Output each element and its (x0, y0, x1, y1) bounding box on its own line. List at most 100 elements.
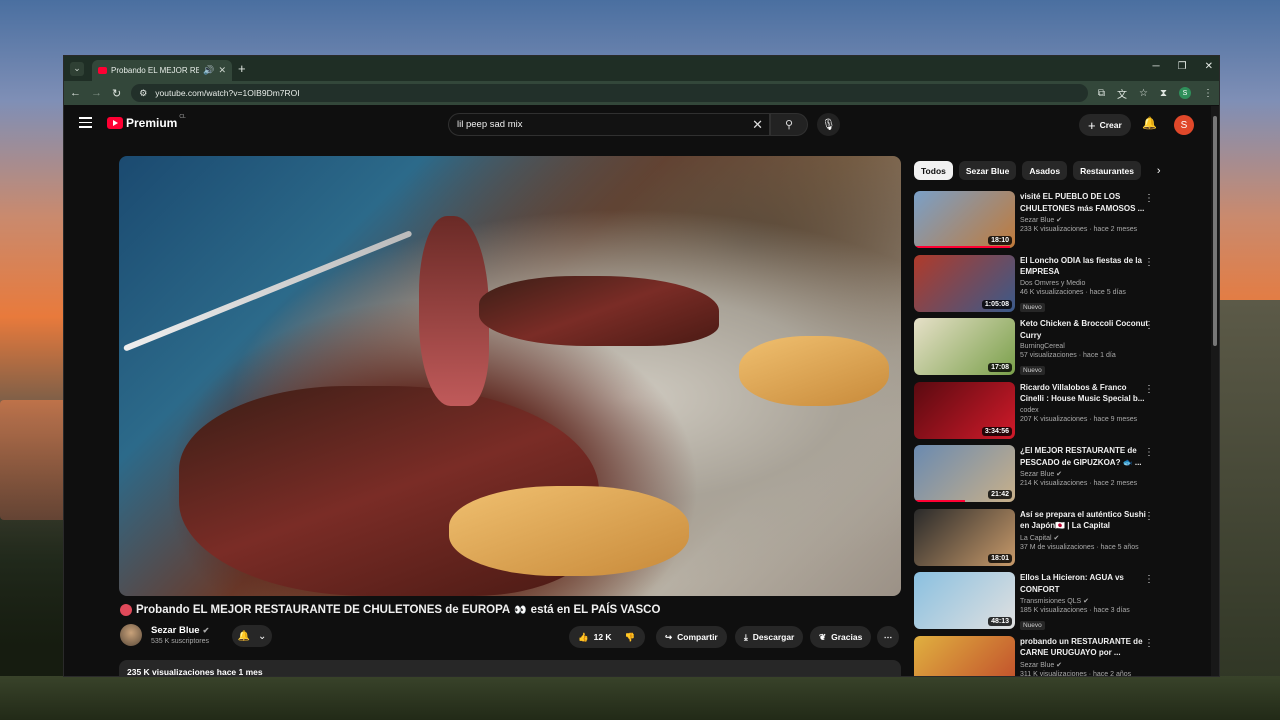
channel-name[interactable]: Sezar Blue ✔ (151, 625, 209, 636)
recommendation-title[interactable]: Ricardo Villalobos & Franco Cinelli : Ho… (1020, 382, 1148, 405)
more-options-icon[interactable]: ⋮ (1144, 574, 1154, 585)
new-badge: Nuevo (1020, 366, 1045, 375)
watch-progress-bar (914, 246, 1010, 248)
subscriber-count: 535 K suscriptores (151, 638, 209, 645)
more-options-icon[interactable]: ⋮ (1144, 257, 1154, 268)
thumbs-up-icon[interactable]: 👍 (578, 632, 589, 643)
create-button[interactable]: + Crear (1079, 114, 1131, 136)
recommendation-channel[interactable]: Sezar Blue ✔ (1020, 661, 1148, 669)
recommendation-thumbnail[interactable] (914, 635, 1015, 676)
bookmark-star-icon[interactable]: ☆ (1139, 88, 1148, 99)
description-box[interactable]: 235 K visualizaciones hace 1 mes (119, 660, 901, 677)
recommendation-thumbnail[interactable]: 18:01 (914, 508, 1015, 566)
recommendation-item[interactable]: 18:01 Así se prepara el auténtico Sushi e… (914, 508, 1164, 571)
profile-avatar[interactable]: S (1179, 87, 1191, 99)
recommendation-item[interactable]: 18:10 visité EL PUEBLO DE LOS CHULETONES … (914, 191, 1164, 253)
video-duration: 1:05:08 (981, 299, 1012, 309)
chip-sezar-blue[interactable]: Sezar Blue (958, 161, 1017, 180)
reload-icon[interactable]: ↻ (112, 87, 121, 100)
recommendation-item[interactable]: 48:13 Ellos La Hicieron: AGUA vs CONFORT T… (914, 572, 1164, 634)
wallpaper-hill (1220, 300, 1280, 720)
recommendation-channel[interactable]: codex (1020, 407, 1148, 414)
chip-asados[interactable]: Asados (1022, 161, 1068, 180)
search-input[interactable]: lil peep sad mix ✕ (448, 113, 770, 136)
nav-right-tools: ⧉ 文 ☆ ⧗ S ⋮ (1098, 86, 1213, 101)
more-options-icon[interactable]: ⋮ (1144, 447, 1154, 458)
recommendation-title[interactable]: Keto Chicken & Broccoli Coconut Curry (1020, 318, 1148, 341)
close-tab-icon[interactable]: ✕ (218, 65, 226, 76)
recommendation-thumbnail[interactable]: 18:10 (914, 191, 1015, 248)
recommendation-channel[interactable]: BurningCereal (1020, 343, 1148, 350)
subscription-bell-button[interactable]: 🔔 ⌄ (232, 625, 272, 647)
recommendation-thumbnail[interactable]: 48:13 (914, 572, 1015, 629)
recommendation-title[interactable]: ¿El MEJOR RESTAURANTE de PESCADO de GIPU… (1020, 445, 1148, 468)
mic-button[interactable]: 🎙 (817, 113, 840, 136)
user-avatar[interactable]: S (1174, 115, 1194, 135)
recommendation-title[interactable]: Ellos La Hicieron: AGUA vs CONFORT (1020, 572, 1148, 595)
extensions-icon[interactable]: ⧗ (1160, 88, 1167, 99)
clear-search-icon[interactable]: ✕ (752, 117, 763, 133)
more-options-icon[interactable]: ⋮ (1144, 638, 1154, 649)
recommendation-item[interactable]: 21:42 ¿El MEJOR RESTAURANTE de PESCADO de… (914, 445, 1164, 507)
channel-row: Sezar Blue ✔ 535 K suscriptores 🔔 ⌄ (120, 624, 272, 647)
recommendation-item[interactable]: 17:08 Keto Chicken & Broccoli Coconut Cur… (914, 318, 1164, 380)
arrow-left-icon[interactable]: ← (70, 87, 81, 99)
recommendation-channel[interactable]: Transmisiones QLS ✔ (1020, 597, 1148, 605)
download-button[interactable]: ⤓ Descargar (735, 626, 804, 648)
recommendation-title[interactable]: Así se prepara el auténtico Sushi en Jap… (1020, 509, 1148, 532)
translate-icon[interactable]: 文 (1117, 86, 1127, 101)
recommendation-item[interactable]: probando un RESTAURANTE de CARNE URUGUAY… (914, 635, 1164, 676)
recommendation-title[interactable]: visité EL PUEBLO DE LOS CHULETONES más F… (1020, 191, 1148, 214)
install-icon[interactable]: ⧉ (1098, 88, 1105, 99)
youtube-header: Premium CL lil peep sad mix ✕ ⚲ 🎙 + Crea… (64, 106, 1219, 144)
minimize-icon[interactable]: ─ (1153, 61, 1160, 72)
youtube-logo[interactable]: Premium CL (107, 114, 186, 130)
recommendation-channel[interactable]: Sezar Blue ✔ (1020, 470, 1148, 478)
chevron-right-icon[interactable]: › (1157, 165, 1161, 177)
close-window-icon[interactable]: ✕ (1205, 61, 1213, 72)
video-frame-steak-right (479, 276, 719, 346)
tab-active[interactable]: Probando EL MEJOR RE 🔊 ✕ (92, 60, 232, 81)
new-badge: Nuevo (1020, 302, 1045, 312)
bell-icon[interactable]: 🔔 (1142, 116, 1157, 130)
speaker-icon[interactable]: 🔊 (203, 65, 214, 76)
recommendation-channel[interactable]: Sezar Blue ✔ (1020, 216, 1148, 224)
search-button[interactable]: ⚲ (770, 113, 808, 136)
recommendation-meta: 207 K visualizaciones · hace 9 meses (1020, 415, 1138, 423)
more-actions-button[interactable]: ⋯ (877, 626, 899, 648)
chevron-down-icon: ⌄ (258, 630, 267, 642)
like-dislike-button[interactable]: 👍 12 K 👎 (569, 626, 645, 648)
arrow-right-icon[interactable]: → (91, 87, 102, 99)
views-date: 235 K visualizaciones hace 1 mes (127, 667, 263, 677)
thumbs-down-icon[interactable]: 👎 (625, 632, 636, 643)
more-options-icon[interactable]: ⋮ (1144, 193, 1154, 204)
browser-menu-icon[interactable]: ⋮ (1203, 88, 1213, 99)
page-scrollbar[interactable] (1211, 106, 1219, 676)
recommendation-thumbnail[interactable]: 17:08 (914, 318, 1015, 375)
scrollbar-thumb[interactable] (1213, 116, 1217, 346)
recommendation-title[interactable]: El Loncho ODIA las fiestas de la EMPRESA (1020, 255, 1148, 278)
recommendation-channel[interactable]: La Capital ✔ (1020, 534, 1148, 542)
recommendation-item[interactable]: 1:05:08 El Loncho ODIA las fiestas de la … (914, 254, 1164, 317)
recommendation-title[interactable]: probando un RESTAURANTE de CARNE URUGUAY… (1020, 636, 1148, 659)
recommendation-channel[interactable]: Dos Omvres y Medio (1020, 280, 1148, 287)
address-bar[interactable]: ⚙ youtube.com/watch?v=1OIB9Dm7ROI (131, 84, 1088, 102)
chip-todos[interactable]: Todos (914, 161, 953, 180)
more-options-icon[interactable]: ⋮ (1144, 384, 1154, 395)
thanks-button[interactable]: ❦ Gracias (810, 626, 872, 648)
hamburger-menu-icon[interactable] (79, 117, 92, 128)
recommendation-item[interactable]: 3:34:56 Ricardo Villalobos & Franco Cinel… (914, 381, 1164, 444)
site-info-icon[interactable]: ⚙ (139, 88, 147, 99)
new-tab-button[interactable]: + (238, 61, 246, 76)
more-options-icon[interactable]: ⋮ (1144, 320, 1154, 331)
video-player[interactable] (119, 156, 901, 596)
channel-avatar[interactable] (120, 624, 142, 646)
recommendation-thumbnail[interactable]: 3:34:56 (914, 381, 1015, 439)
recommendation-thumbnail[interactable]: 1:05:08 (914, 254, 1015, 312)
recommendation-thumbnail[interactable]: 21:42 (914, 445, 1015, 502)
chip-restaurantes[interactable]: Restaurantes (1073, 161, 1141, 180)
share-button[interactable]: ↪ Compartir (656, 626, 727, 648)
tab-search-icon[interactable]: ⌄ (70, 61, 84, 76)
more-options-icon[interactable]: ⋮ (1144, 511, 1154, 522)
restore-icon[interactable]: ❐ (1178, 61, 1187, 72)
